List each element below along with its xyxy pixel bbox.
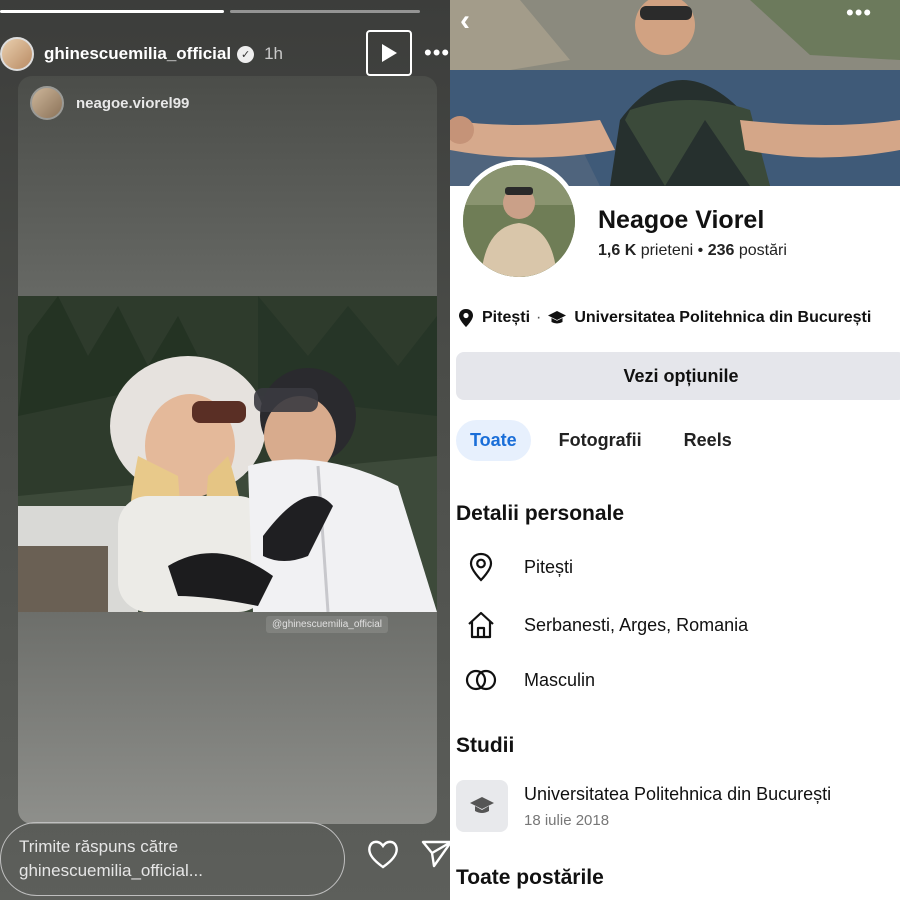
profile-tabs: Toate Fotografii Reels [456, 420, 764, 461]
shared-post-card[interactable]: neagoe.viorel99 @ghinescuemilia_official [18, 76, 437, 824]
friends-label[interactable]: prieteni [641, 242, 693, 259]
reply-placeholder-line1: Trimite răspuns către [19, 837, 179, 856]
gender-icon [465, 669, 497, 691]
study-school[interactable]: Universitatea Politehnica din București [524, 784, 831, 805]
more-options-icon[interactable]: ••• [846, 0, 872, 26]
story-username[interactable]: ghinescuemilia_official [44, 44, 231, 64]
detail-row-hometown: Serbanesti, Arges, Romania [464, 610, 748, 640]
verified-badge-icon: ✓ [237, 45, 255, 63]
location-pin-icon [459, 309, 473, 327]
detail-hometown-text: Serbanesti, Arges, Romania [524, 614, 749, 635]
graduation-cap-icon [470, 797, 494, 813]
detail-location-text: Pitești [524, 556, 574, 577]
tab-reels[interactable]: Reels [674, 420, 746, 461]
detail-row-gender: Masculin [464, 668, 595, 692]
facebook-profile-panel: ‹ ••• Neagoe Viorel 1,6 K prieteni • 236… [450, 0, 900, 900]
tab-photos[interactable]: Fotografii [549, 420, 656, 461]
posts-label: postări [738, 242, 787, 259]
intro-row: Pitești · Universitatea Politehnica din … [458, 308, 871, 328]
section-studies: Studii [456, 734, 515, 757]
profile-picture[interactable] [458, 160, 580, 282]
intro-location[interactable]: Pitești [482, 309, 530, 327]
shared-post-photo [18, 296, 437, 612]
detail-gender-text: Masculin [524, 669, 596, 690]
reply-input[interactable]: Trimite răspuns către ghinescuemilia_off… [0, 822, 345, 896]
intro-school[interactable]: Universitatea Politehnica din București [574, 309, 871, 327]
photo-credit-tag: @ghinescuemilia_official [266, 616, 389, 633]
cover-photo[interactable] [450, 0, 900, 186]
play-button[interactable] [366, 30, 412, 76]
story-time: 1h [264, 44, 283, 63]
story-progress-bar-2 [230, 10, 420, 13]
section-all-posts: Toate postările [456, 866, 604, 889]
play-icon [382, 44, 397, 62]
heart-icon[interactable] [366, 838, 400, 870]
back-arrow-icon[interactable]: ‹ [460, 4, 470, 38]
options-button[interactable]: Vezi opțiunile [456, 352, 900, 400]
study-date: 18 iulie 2018 [524, 812, 610, 829]
more-options-icon[interactable]: ••• [424, 40, 450, 66]
reply-placeholder-line2: ghinescuemilia_official... [19, 861, 203, 880]
profile-name: Neagoe Viorel [598, 206, 765, 234]
study-icon-box [456, 780, 508, 832]
posts-count: 236 [707, 242, 735, 259]
story-avatar[interactable] [0, 37, 34, 71]
detail-row-location: Pitești [464, 552, 573, 582]
shared-post-avatar[interactable] [30, 86, 64, 120]
story-progress-bar-1 [0, 10, 224, 13]
section-personal-details: Detalii personale [456, 502, 625, 525]
shared-post-username[interactable]: neagoe.viorel99 [76, 95, 189, 112]
profile-stats: 1,6 K prieteni • 236 postări [598, 242, 787, 259]
graduation-cap-icon [548, 311, 567, 324]
home-icon [468, 611, 494, 639]
location-pin-icon [469, 552, 493, 582]
send-icon[interactable] [420, 838, 450, 870]
instagram-story-panel: ghinescuemilia_official ✓ 1h ••• neagoe.… [0, 0, 450, 900]
friends-count[interactable]: 1,6 K [598, 242, 636, 259]
tab-all[interactable]: Toate [456, 420, 531, 461]
